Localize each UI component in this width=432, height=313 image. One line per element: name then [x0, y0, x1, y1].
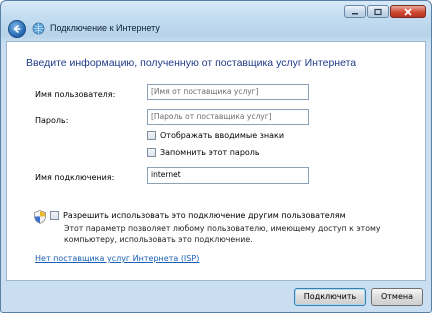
back-button[interactable] [8, 20, 26, 38]
allow-others-checkbox[interactable] [50, 211, 59, 220]
minimize-button[interactable] [344, 5, 366, 18]
password-input[interactable]: [Пароль от поставщика услуг] [147, 109, 309, 125]
close-button[interactable] [390, 5, 426, 18]
back-arrow-icon [13, 24, 21, 34]
cancel-button[interactable]: Отмена [371, 288, 423, 306]
close-icon [404, 7, 412, 16]
wizard-content-panel [6, 41, 426, 281]
caption-buttons [344, 5, 426, 18]
remember-password-label: Запомнить этот пароль [160, 148, 260, 157]
username-label: Имя пользователя: [35, 90, 116, 99]
show-chars-checkbox[interactable] [147, 131, 156, 140]
show-chars-label: Отображать вводимые знаки [160, 131, 285, 140]
uac-shield-icon [34, 210, 46, 224]
no-isp-link[interactable]: Нет поставщика услуг Интернета (ISP) [35, 254, 199, 263]
allow-others-label: Разрешить использовать это подключение д… [63, 211, 346, 220]
remember-password-checkbox[interactable] [147, 148, 156, 157]
globe-network-icon [32, 22, 45, 35]
maximize-icon [374, 8, 382, 15]
allow-others-description: Этот параметр позволяет любому пользоват… [64, 224, 381, 244]
title-bar: Подключение к Интернету [1, 1, 431, 41]
password-label: Пароль: [35, 116, 69, 125]
username-input[interactable]: [Имя от поставщика услуг] [147, 84, 309, 100]
connect-button[interactable]: Подключить [294, 288, 366, 306]
connection-wizard-window: Подключение к Интернету Введите информац… [0, 0, 432, 313]
window-title: Подключение к Интернету [50, 23, 160, 33]
minimize-icon [352, 12, 358, 14]
connection-name-label: Имя подключения: [35, 173, 115, 182]
connection-name-input[interactable]: internet [147, 167, 309, 184]
maximize-button[interactable] [367, 5, 389, 18]
page-heading: Введите информацию, полученную от постав… [26, 57, 357, 69]
